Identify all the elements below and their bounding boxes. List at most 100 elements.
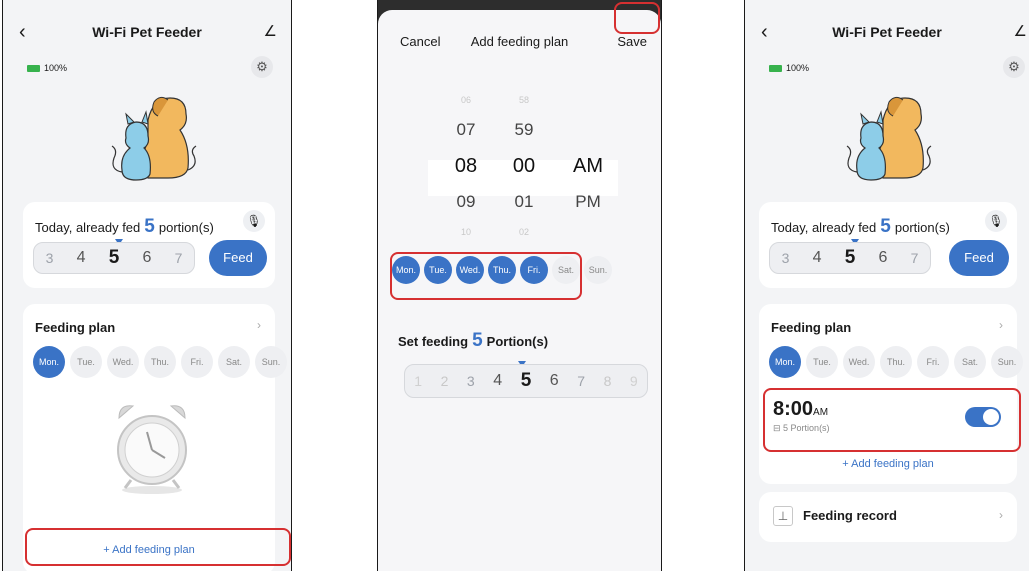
feeding-record-card[interactable]: ⊥ Feeding record › [759,492,1017,542]
hour-wheel[interactable]: 06 07 08 09 10 [446,88,486,244]
edit-icon[interactable]: ∠ [1014,20,1027,44]
page-title: Wi-Fi Pet Feeder [92,24,202,40]
portion-picker[interactable]: 3 4 5 6 7 [769,242,931,274]
pm-option[interactable]: PM [566,184,610,220]
edit-icon[interactable]: ∠ [264,20,277,44]
chevron-right-icon[interactable]: › [999,318,1003,332]
sheet-header: Cancel Add feeding plan Save [378,34,661,54]
pets-illustration [111,96,197,181]
day-fri[interactable]: Fri. [181,346,213,378]
day-mon[interactable]: Mon. [769,346,801,378]
day-wed[interactable]: Wed. [843,346,875,378]
portion-option[interactable]: 7 [911,250,919,266]
day-mon[interactable]: Mon. [33,346,65,378]
portion-picker[interactable]: 1 2 3 4 5 6 7 8 9 [404,364,648,398]
day-tue[interactable]: Tue. [70,346,102,378]
set-prefix: Set feeding [398,334,469,349]
highlight-plan-entry [763,388,1021,452]
minute-option[interactable]: 01 [504,184,544,220]
set-count: 5 [472,330,483,351]
fed-prefix: Today, already fed [771,220,877,235]
feed-button[interactable]: Feed [209,240,267,276]
add-feeding-plan-screen: Cancel Add feeding plan Save 06 07 08 09… [377,0,662,571]
minute-option[interactable]: 58 [504,88,544,112]
day-thu[interactable]: Thu. [880,346,912,378]
battery-level: 100% [786,63,810,73]
header: ‹ Wi-Fi Pet Feeder ∠ [3,20,291,44]
fed-suffix: portion(s) [894,220,950,235]
minute-option-selected[interactable]: 00 [504,148,544,184]
settings-gear-icon[interactable]: ⚙ [251,56,273,78]
feeding-plan-title: Feeding plan [35,320,116,335]
portion-option[interactable]: 6 [142,249,151,267]
portion-option-selected[interactable]: 5 [845,247,856,269]
microphone-icon[interactable]: 🎙 [243,210,265,232]
portion-option[interactable]: 4 [813,249,822,267]
day-selector: Mon. Tue. Wed. Thu. Fri. Sat. Sun. [769,346,1023,378]
day-sun[interactable]: Sun. [991,346,1023,378]
fed-count: 5 [880,216,891,237]
settings-gear-icon[interactable]: ⚙ [1003,56,1025,78]
highlight-add-plan [25,528,291,566]
day-fri[interactable]: Fri. [917,346,949,378]
header: ‹ Wi-Fi Pet Feeder ∠ [745,20,1029,44]
chevron-right-icon[interactable]: › [999,508,1003,522]
ampm-wheel[interactable]: AM PM [566,148,610,220]
alarm-clock-illustration [117,405,187,494]
feed-button[interactable]: Feed [949,240,1009,276]
minute-option[interactable]: 02 [504,220,544,244]
day-wed[interactable]: Wed. [107,346,139,378]
portion-option-selected[interactable]: 5 [109,247,120,269]
day-selector: Mon. Tue. Wed. Thu. Fri. Sat. Sun. [33,346,287,378]
portion-option[interactable]: 7 [175,250,183,266]
page-title: Wi-Fi Pet Feeder [832,24,942,40]
fed-summary: Today, already fed 5 portion(s) [35,216,214,238]
portion-option[interactable]: 8 [604,373,612,389]
portion-option[interactable]: 3 [467,373,475,389]
microphone-icon[interactable]: 🎙 [985,210,1007,232]
highlight-save [614,2,660,34]
portion-option[interactable]: 6 [550,372,559,390]
hour-option[interactable]: 10 [446,220,486,244]
hour-option-selected[interactable]: 08 [446,148,486,184]
portion-option[interactable]: 6 [878,249,887,267]
day-sun[interactable]: Sun. [584,256,612,284]
minute-wheel[interactable]: 58 59 00 01 02 [504,88,544,244]
pets-illustration [846,96,932,181]
battery-status: 100% [769,63,809,73]
portion-option[interactable]: 4 [493,372,502,390]
chevron-right-icon[interactable]: › [257,318,261,332]
day-sat[interactable]: Sat. [218,346,250,378]
hour-option[interactable]: 06 [446,88,486,112]
feeding-record-icon: ⊥ [773,506,793,526]
portion-picker[interactable]: 3 4 5 6 7 [33,242,195,274]
add-feeding-plan-button[interactable]: + Add feeding plan [759,458,1017,470]
fed-suffix: portion(s) [158,220,214,235]
hour-option[interactable]: 07 [446,112,486,148]
day-thu[interactable]: Thu. [144,346,176,378]
fed-card: Today, already fed 5 portion(s) 🎙 3 4 5 … [759,202,1017,288]
portion-option[interactable]: 9 [630,373,638,389]
feeder-home-screen-with-plan: ‹ Wi-Fi Pet Feeder ∠ 100% ⚙ Today, alrea… [744,0,1029,571]
portion-option[interactable]: 7 [577,373,585,389]
day-sat[interactable]: Sat. [954,346,986,378]
fed-summary: Today, already fed 5 portion(s) [771,216,950,238]
battery-status: 100% [27,63,67,73]
portion-option[interactable]: 1 [414,373,422,389]
day-sun[interactable]: Sun. [255,346,287,378]
battery-level: 100% [44,63,68,73]
fed-prefix: Today, already fed [35,220,141,235]
portion-option[interactable]: 3 [46,250,54,266]
am-option[interactable]: AM [566,148,610,184]
portion-option[interactable]: 2 [441,373,449,389]
minute-option[interactable]: 59 [504,112,544,148]
highlight-weekdays [390,252,582,300]
hour-option[interactable]: 09 [446,184,486,220]
feeding-record-label: Feeding record [803,508,897,523]
fed-count: 5 [144,216,155,237]
portion-option[interactable]: 4 [77,249,86,267]
save-button[interactable]: Save [617,34,647,49]
day-tue[interactable]: Tue. [806,346,838,378]
portion-option[interactable]: 3 [782,250,790,266]
portion-option-selected[interactable]: 5 [521,370,532,392]
